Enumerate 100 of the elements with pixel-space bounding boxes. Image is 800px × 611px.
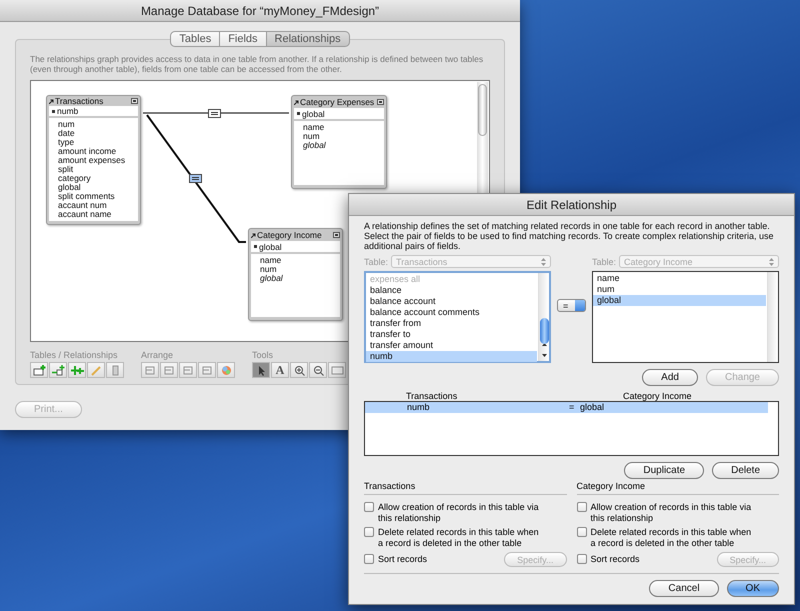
field-name: category — [58, 174, 92, 183]
updown-icon — [541, 258, 546, 266]
add-relationship-icon — [52, 364, 64, 376]
operator-select[interactable]: = — [557, 299, 586, 312]
list-item[interactable]: transfer from — [366, 318, 537, 329]
plus-icon — [70, 364, 84, 376]
checkbox[interactable] — [364, 502, 374, 512]
list-item[interactable]: name — [593, 273, 766, 284]
field-name: global — [302, 108, 326, 118]
field-list[interactable]: name num global — [592, 271, 779, 363]
table-cell-text: global — [580, 402, 606, 413]
arrow-icon — [251, 232, 256, 238]
description-text: The relationships graph provides access to data in one table from another. If a relationship is defined between two tables (even through another table), fields from one table can be accessed from the other. — [30, 54, 484, 74]
table-name: Category Expenses — [300, 97, 376, 107]
column-header: Category Income — [623, 391, 693, 401]
checkbox[interactable] — [364, 527, 374, 537]
tool-button[interactable] — [68, 362, 86, 378]
checkbox-label: Sort records — [378, 554, 428, 565]
field-name: accaunt num — [58, 201, 108, 210]
column-header: Transactions — [406, 391, 458, 401]
field-name: num — [260, 265, 278, 274]
tool-button[interactable] — [49, 362, 67, 378]
stepper-icon — [575, 300, 585, 311]
add-button[interactable]: Add — [642, 369, 698, 386]
checkbox-label: Allow creation of records in this table via this relationship — [590, 502, 752, 524]
checkbox[interactable] — [576, 502, 586, 512]
tab[interactable]: Fields — [220, 31, 267, 47]
tool-button[interactable] — [328, 362, 346, 378]
tool-button[interactable] — [252, 362, 270, 378]
ok-button[interactable]: OK — [726, 580, 779, 597]
toolbar-group-label: Tables / Relationships — [30, 350, 119, 360]
arrow-icon — [294, 100, 299, 104]
list-item[interactable]: balance account — [366, 296, 537, 307]
list-item[interactable]: num — [593, 284, 766, 295]
list-item[interactable]: global — [593, 295, 766, 306]
scrollbar[interactable] — [538, 273, 549, 361]
align-icon — [162, 364, 176, 376]
page-icon — [330, 364, 344, 376]
field-name: global — [303, 141, 327, 150]
field-name: name — [303, 123, 326, 132]
field-name: num — [58, 120, 76, 129]
list-item[interactable]: balance account comments — [366, 307, 537, 318]
table-label: Table: — [592, 256, 616, 266]
criteria-row[interactable]: numb = global — [365, 402, 768, 413]
checkbox[interactable] — [576, 527, 586, 537]
collapse-icon[interactable] — [131, 98, 138, 104]
updown-icon — [769, 258, 774, 266]
equals-icon[interactable] — [189, 174, 202, 183]
table-label: Table: — [364, 256, 388, 266]
table-occurrence[interactable]: Category Expenses global name num global — [291, 95, 387, 189]
align-icon — [200, 364, 214, 376]
zoom-in-icon — [292, 364, 306, 376]
align-icon — [144, 364, 156, 376]
list-item[interactable]: transfer amount — [366, 340, 537, 351]
window-title: Manage Database for “myMoney_FMdesign” — [140, 4, 380, 18]
field-name: numb — [57, 106, 80, 116]
scrollbar[interactable] — [767, 272, 778, 362]
field-name: split — [58, 165, 74, 174]
tool-button[interactable] — [290, 362, 308, 378]
field-name: name — [260, 256, 282, 265]
field-name: date — [58, 129, 76, 138]
collapse-icon[interactable] — [333, 232, 340, 238]
tool-button[interactable] — [30, 362, 48, 378]
dialog-title: Edit Relationship — [526, 198, 617, 212]
section-title: Category Income — [576, 481, 779, 495]
equals-icon[interactable] — [208, 109, 221, 118]
table-cell-text: = — [569, 402, 576, 413]
list-item[interactable]: balance — [366, 285, 537, 296]
duplicate-button[interactable]: Duplicate — [624, 462, 704, 479]
table-name: Category Income — [257, 230, 323, 240]
relationship-line[interactable] — [142, 112, 290, 114]
align-icon — [182, 364, 194, 376]
zoom-out-icon — [312, 364, 324, 376]
table-occurrence[interactable]: Category Income global name num global — [248, 228, 343, 321]
toolbar-group-label: Arrange — [141, 350, 174, 360]
table-occurrence[interactable]: Transactions numb num date type amount income amount expenses split category global split comments accaunt num accaunt name — [46, 95, 141, 225]
list-item[interactable]: numb — [366, 351, 537, 362]
tab[interactable]: Tables — [170, 31, 220, 47]
field-name: num — [303, 132, 321, 141]
delete-button[interactable]: Delete — [712, 462, 779, 479]
tab[interactable]: Relationships — [266, 31, 350, 47]
collapse-icon[interactable] — [377, 99, 384, 105]
checkbox-label: Delete related records in this table when a record is deleted in the other table — [590, 527, 752, 549]
field-name: amount expenses — [58, 156, 126, 165]
field-name: global — [58, 183, 81, 192]
tool-button[interactable]: A — [271, 362, 289, 378]
cancel-button[interactable]: Cancel — [649, 580, 719, 597]
list-item[interactable]: transfer to — [366, 329, 537, 340]
checkbox-label: Delete related records in this table when a record is deleted in the other table — [378, 527, 540, 549]
relationship-line[interactable] — [146, 114, 246, 243]
checkbox[interactable] — [364, 554, 374, 564]
checkbox[interactable] — [576, 554, 586, 564]
add-table-icon — [32, 364, 46, 376]
field-name: global — [260, 274, 284, 283]
tool-button[interactable] — [309, 362, 327, 378]
arrow-icon — [49, 98, 54, 104]
pencil-icon — [90, 364, 102, 376]
checkbox-label: Allow creation of records in this table via this relationship — [378, 502, 540, 524]
table-cell-text: numb — [407, 402, 431, 413]
field-name: type — [58, 138, 76, 147]
